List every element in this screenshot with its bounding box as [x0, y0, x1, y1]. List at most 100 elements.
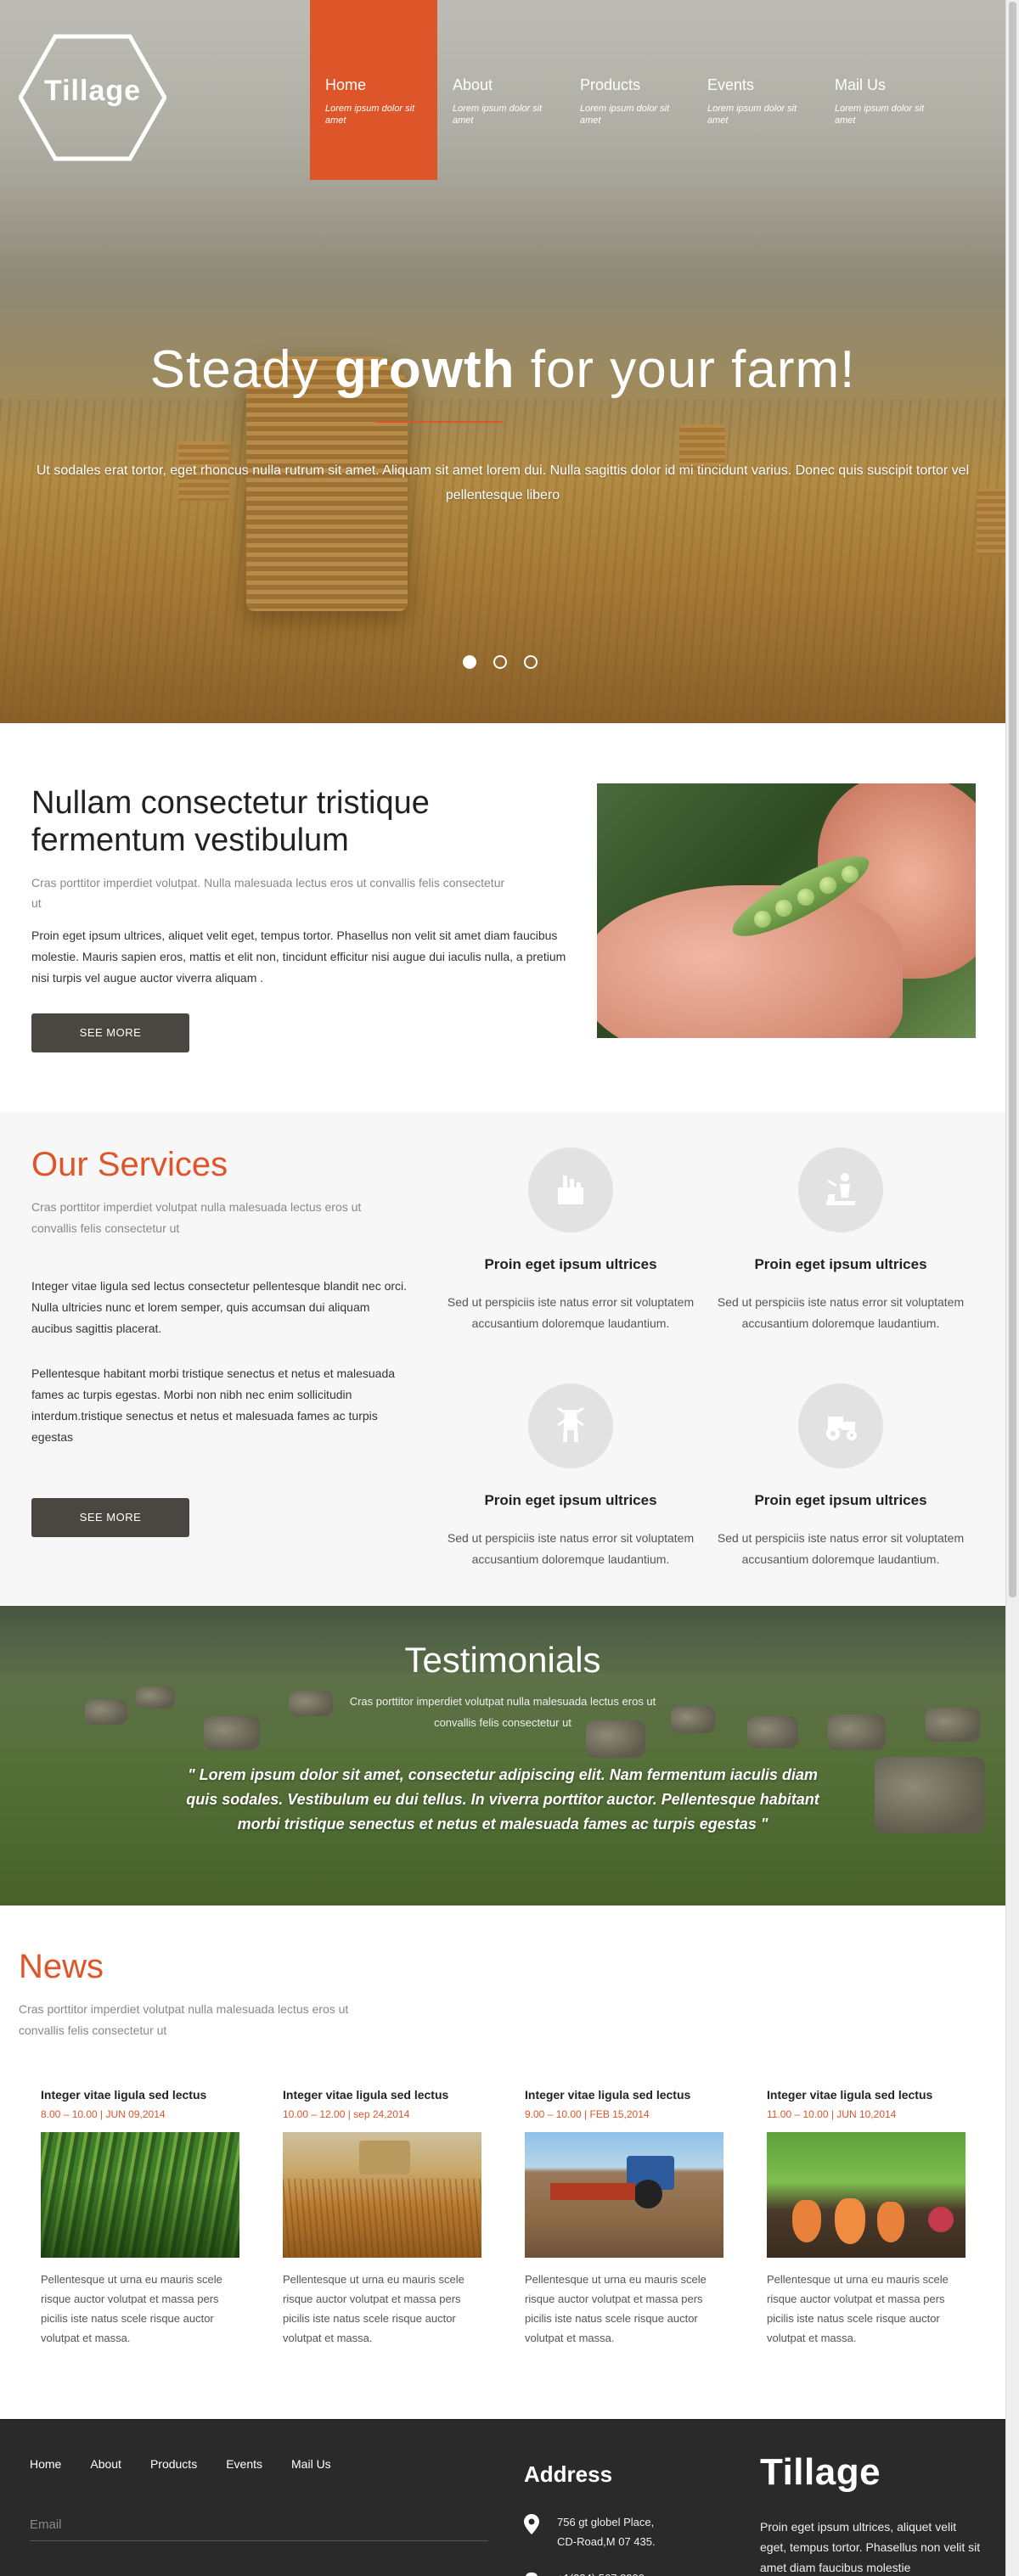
news-card[interactable]: Integer vitae ligula sed lectus 8.00 – 1…: [41, 2088, 245, 2348]
footer-nav-about[interactable]: About: [90, 2457, 121, 2471]
address-line: CD-Road,M 07 435.: [557, 2535, 656, 2548]
service-text: Sed ut perspiciis iste natus error sit v…: [447, 1531, 695, 1566]
service-text: Sed ut perspiciis iste natus error sit v…: [717, 1295, 965, 1330]
nav-item-home[interactable]: Home Lorem ipsum dolor sit amet: [310, 0, 437, 180]
service-item: Proin eget ipsum ultrices Sed ut perspic…: [435, 1383, 707, 1570]
photo-pea: [754, 911, 771, 928]
news-card-date: 10.00 – 12.00 | sep 24,2014: [283, 2108, 410, 2120]
testimonial-quote: " Lorem ipsum dolor sit amet, consectetu…: [186, 1766, 819, 1832]
field-bale: [875, 1757, 985, 1833]
news-card[interactable]: Integer vitae ligula sed lectus 10.00 – …: [283, 2088, 487, 2348]
nav-sublabel: Lorem ipsum dolor sit amet: [453, 104, 543, 126]
nav-label: Products: [580, 76, 641, 93]
photo-pea: [797, 889, 814, 906]
nav-sublabel: Lorem ipsum dolor sit amet: [707, 104, 797, 126]
news-card-title[interactable]: Integer vitae ligula sed lectus: [41, 2088, 245, 2102]
hero-title-pre: Steady: [149, 340, 335, 399]
footer: Home About Products Events Mail Us Email…: [0, 2419, 1005, 2576]
carrots-photo[interactable]: [767, 2132, 966, 2258]
photo-tractor-wheel: [633, 2180, 662, 2208]
photo-harvester: [359, 2141, 410, 2175]
footer-nav-mail-us[interactable]: Mail Us: [291, 2457, 331, 2471]
services-paragraph: Pellentesque habitant morbi tristique se…: [31, 1367, 396, 1444]
about-see-more-button[interactable]: SEE MORE: [31, 1013, 189, 1052]
address-text: 756 gt globel Place, CD-Road,M 07 435.: [557, 2512, 656, 2551]
field-bale: [289, 1691, 333, 1716]
services-see-more-button[interactable]: SEE MORE: [31, 1498, 189, 1537]
news-card-text: Pellentesque ut urna eu mauris scele ris…: [283, 2273, 464, 2344]
photo-shade: [41, 2183, 239, 2258]
news-card-date: 11.00 – 10.00 | JUN 10,2014: [767, 2108, 897, 2120]
testimonials-section: Testimonials Cras porttitor imperdiet vo…: [0, 1606, 1005, 1905]
service-title: Proin eget ipsum ultrices: [754, 1492, 927, 1508]
news-card-title[interactable]: Integer vitae ligula sed lectus: [767, 2088, 971, 2102]
service-title: Proin eget ipsum ultrices: [484, 1492, 657, 1508]
factory-icon: [528, 1148, 613, 1232]
hero-text: Ut sodales erat tortor, eget rhoncus nul…: [36, 463, 970, 502]
about-lead: Cras porttitor imperdiet volutpat. Nulla…: [31, 876, 505, 910]
photo-pea: [842, 866, 859, 883]
address-line: 756 gt globel Place,: [557, 2516, 655, 2528]
services-paragraph: Integer vitae ligula sed lectus consecte…: [31, 1279, 408, 1335]
nav-item-mail-us[interactable]: Mail Us Lorem ipsum dolor sit amet: [819, 0, 947, 180]
nav-sublabel: Lorem ipsum dolor sit amet: [325, 104, 415, 126]
news-section: News Cras porttitor imperdiet volutpat n…: [0, 1905, 1005, 2419]
news-card[interactable]: Integer vitae ligula sed lectus 11.00 – …: [767, 2088, 971, 2348]
rice-plants-photo[interactable]: [41, 2132, 239, 2258]
nav-label: About: [453, 76, 493, 93]
news-card-title[interactable]: Integer vitae ligula sed lectus: [525, 2088, 729, 2102]
field-bale: [204, 1716, 260, 1750]
page-scrollbar[interactable]: [1005, 0, 1019, 2576]
harvester-photo[interactable]: [283, 2132, 481, 2258]
footer-logo[interactable]: Tillage: [760, 2451, 881, 2494]
site-logo[interactable]: Tillage: [19, 75, 166, 108]
field-bale: [926, 1708, 980, 1742]
slider-dot-2[interactable]: [493, 655, 507, 669]
footer-nav-events[interactable]: Events: [226, 2457, 262, 2471]
field-bale: [85, 1699, 127, 1725]
page: Tillage Home Lorem ipsum dolor sit amet …: [0, 0, 1005, 2576]
slider-dot-3[interactable]: [524, 655, 538, 669]
services-title: Our Services: [31, 1146, 228, 1183]
hero-title-bold: growth: [334, 340, 515, 399]
email-field[interactable]: Email: [30, 2512, 488, 2541]
nav-label: Home: [325, 76, 367, 93]
field-bale: [828, 1715, 886, 1750]
services-section: Our Services Cras porttitor imperdiet vo…: [0, 1112, 1005, 1606]
news-card-title[interactable]: Integer vitae ligula sed lectus: [283, 2088, 487, 2102]
footer-nav-home[interactable]: Home: [30, 2457, 61, 2471]
photo-pea: [775, 900, 792, 917]
slider-dots: [463, 655, 538, 669]
footer-about-text: Proin eget ipsum ultrices, aliquet velit…: [760, 2520, 981, 2574]
nav-item-products[interactable]: Products Lorem ipsum dolor sit amet: [565, 0, 692, 180]
scrollbar-thumb[interactable]: [1009, 2, 1016, 1597]
photo-carrot: [835, 2198, 865, 2244]
service-text: Sed ut perspiciis iste natus error sit v…: [717, 1531, 965, 1566]
about-section: Nullam consectetur tristique fermentum v…: [0, 723, 1005, 1112]
photo-texture: [283, 2179, 481, 2258]
news-title: News: [19, 1948, 104, 1985]
footer-nav-products[interactable]: Products: [150, 2457, 197, 2471]
news-lead: Cras porttitor imperdiet volutpat nulla …: [19, 2002, 349, 2037]
field-bale: [747, 1716, 798, 1748]
farmer-icon: [798, 1148, 883, 1232]
nav-sublabel: Lorem ipsum dolor sit amet: [835, 104, 925, 126]
service-title: Proin eget ipsum ultrices: [484, 1256, 657, 1272]
footer-nav: Home About Products Events Mail Us: [30, 2457, 360, 2471]
slider-dot-1[interactable]: [463, 655, 476, 669]
map-pin-icon: [524, 2514, 539, 2534]
news-card-text: Pellentesque ut urna eu mauris scele ris…: [41, 2273, 222, 2344]
photo-plough: [550, 2183, 635, 2200]
hero-title: Steady growth for your farm!: [0, 340, 1005, 400]
hero-field: [0, 399, 1005, 723]
tractor-field-photo[interactable]: [525, 2132, 723, 2258]
news-card[interactable]: Integer vitae ligula sed lectus 9.00 – 1…: [525, 2088, 729, 2348]
hero-section: Tillage Home Lorem ipsum dolor sit amet …: [0, 0, 1005, 723]
hay-bale: [977, 488, 1005, 556]
nav-item-about[interactable]: About Lorem ipsum dolor sit amet: [437, 0, 565, 180]
main-nav: Home Lorem ipsum dolor sit amet About Lo…: [310, 0, 947, 180]
testimonials-sub: Cras porttitor imperdiet volutpat nulla …: [349, 1695, 656, 1729]
nav-item-events[interactable]: Events Lorem ipsum dolor sit amet: [692, 0, 819, 180]
news-card-date: 8.00 – 10.00 | JUN 09,2014: [41, 2108, 166, 2120]
news-card-date: 9.00 – 10.00 | FEB 15,2014: [525, 2108, 650, 2120]
